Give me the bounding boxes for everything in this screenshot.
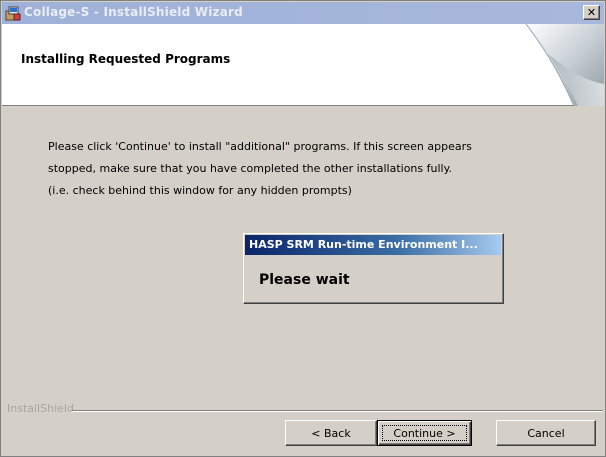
back-button[interactable]: < Back	[285, 420, 377, 446]
close-button[interactable]: ✕	[583, 5, 600, 20]
continue-button[interactable]: Continue >	[377, 420, 472, 446]
progress-dialog-title: HASP SRM Run-time Environment I...	[245, 235, 501, 255]
brand-label: InstallShield	[7, 402, 74, 415]
instruction-line: (i.e. check behind this window for any h…	[48, 184, 352, 197]
installer-icon	[5, 6, 21, 21]
close-icon: ✕	[586, 6, 597, 19]
footer-divider	[71, 410, 603, 412]
cancel-button[interactable]: Cancel	[496, 420, 596, 446]
installer-window: Collage-S - InstallShield Wizard ✕ Insta…	[0, 0, 606, 457]
progress-dialog: HASP SRM Run-time Environment I... Pleas…	[243, 233, 504, 304]
instruction-line: stopped, make sure that you have complet…	[48, 162, 453, 175]
progress-dialog-message: Please wait	[259, 272, 350, 288]
window-title: Collage-S - InstallShield Wizard	[24, 5, 243, 19]
page-title: Installing Requested Programs	[21, 52, 231, 66]
instructions-text: Please click 'Continue' to install "addi…	[48, 136, 518, 202]
focus-rect	[382, 425, 467, 441]
instruction-line: Please click 'Continue' to install "addi…	[48, 140, 472, 153]
wizard-header: Installing Requested Programs	[2, 24, 604, 106]
page-curl-graphic-icon	[525, 24, 604, 106]
title-bar[interactable]: Collage-S - InstallShield Wizard ✕	[2, 2, 604, 24]
